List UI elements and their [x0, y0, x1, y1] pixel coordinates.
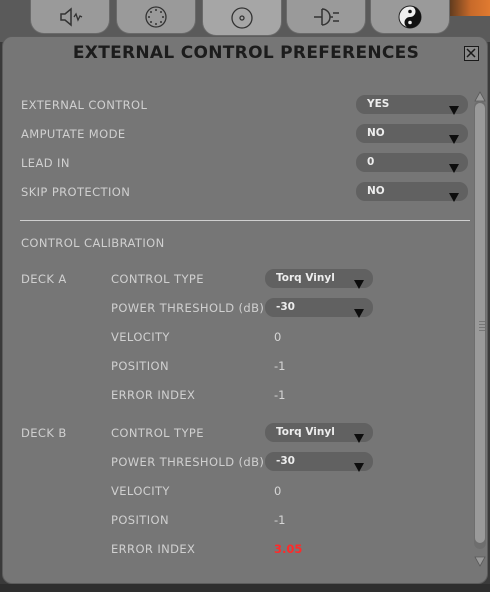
deck-b-position-value: -1 — [274, 513, 286, 527]
tab-audio[interactable] — [30, 0, 110, 34]
lead-in-dropdown[interactable]: 0 — [356, 153, 468, 173]
external-control-value: YES — [367, 98, 390, 110]
vertical-scrollbar[interactable] — [473, 87, 487, 579]
deck-a-position-value: -1 — [274, 359, 286, 373]
deck-b-error-index-label: ERROR INDEX — [111, 542, 196, 556]
deck-a-control-type-dropdown[interactable]: Torq Vinyl — [265, 269, 373, 289]
deck-a-velocity-label: VELOCITY — [111, 330, 170, 344]
deck-b-position-label: POSITION — [111, 513, 169, 527]
amputate-mode-label: AMPUTATE MODE — [21, 127, 126, 141]
tab-connection[interactable] — [286, 0, 366, 34]
lead-in-label: LEAD IN — [21, 156, 70, 170]
deck-a-power-threshold-dropdown[interactable]: -30 — [265, 298, 373, 318]
deck-a-error-index-value: -1 — [274, 388, 286, 402]
yin-yang-icon — [397, 4, 423, 30]
dropdown-arrow-icon — [354, 457, 364, 476]
skip-protection-dropdown[interactable]: NO — [356, 182, 468, 202]
calibration-heading: CONTROL CALIBRATION — [21, 236, 165, 250]
target-icon — [229, 5, 255, 31]
deck-a-velocity-value: 0 — [274, 330, 282, 344]
dropdown-arrow-icon — [354, 303, 364, 322]
section-divider — [20, 220, 470, 221]
deck-b-power-threshold-label: POWER THRESHOLD (dB) — [111, 455, 265, 469]
dropdown-arrow-icon — [449, 187, 459, 206]
deck-b-power-threshold-value: -30 — [276, 455, 295, 467]
dotted-circle-icon — [143, 4, 169, 30]
scroll-down-arrow-icon[interactable] — [473, 553, 487, 572]
close-button[interactable] — [464, 46, 479, 61]
deck-b-control-type-label: CONTROL TYPE — [111, 426, 204, 440]
tab-dotted[interactable] — [116, 0, 196, 34]
tab-external-control[interactable] — [202, 0, 282, 36]
tab-theme[interactable] — [370, 0, 450, 34]
dropdown-arrow-icon — [449, 100, 459, 119]
deck-a-label: DECK A — [21, 272, 67, 286]
deck-b-velocity-label: VELOCITY — [111, 484, 170, 498]
dropdown-arrow-icon — [354, 274, 364, 293]
skip-protection-label: SKIP PROTECTION — [21, 185, 131, 199]
deck-a-control-type-label: CONTROL TYPE — [111, 272, 204, 286]
preferences-window: EXTERNAL CONTROL PREFERENCES EXTERNAL CO… — [2, 36, 488, 584]
deck-a-power-threshold-value: -30 — [276, 301, 295, 313]
speaker-icon — [56, 6, 84, 28]
deck-a-control-type-value: Torq Vinyl — [276, 272, 335, 284]
deck-b-control-type-dropdown[interactable]: Torq Vinyl — [265, 423, 373, 443]
scroll-thumb[interactable] — [475, 103, 485, 543]
deck-a-error-index-label: ERROR INDEX — [111, 388, 196, 402]
deck-a-power-threshold-label: POWER THRESHOLD (dB) — [111, 301, 265, 315]
external-control-label: EXTERNAL CONTROL — [21, 98, 148, 112]
skip-protection-value: NO — [367, 185, 385, 197]
dropdown-arrow-icon — [449, 129, 459, 148]
dropdown-arrow-icon — [354, 428, 364, 447]
bottom-edge — [0, 584, 490, 592]
amputate-mode-dropdown[interactable]: NO — [356, 124, 468, 144]
plug-icon — [311, 4, 341, 30]
deck-a-position-label: POSITION — [111, 359, 169, 373]
dropdown-arrow-icon — [449, 158, 459, 177]
deck-b-power-threshold-dropdown[interactable]: -30 — [265, 452, 373, 472]
external-control-dropdown[interactable]: YES — [356, 95, 468, 115]
window-title: EXTERNAL CONTROL PREFERENCES — [72, 43, 420, 63]
amputate-mode-value: NO — [367, 127, 385, 139]
lead-in-value: 0 — [367, 156, 375, 168]
deck-b-error-index-value: 3.05 — [274, 542, 303, 556]
deck-b-control-type-value: Torq Vinyl — [276, 426, 335, 438]
deck-b-label: DECK B — [21, 426, 67, 440]
scroll-grip — [479, 321, 485, 331]
deck-b-velocity-value: 0 — [274, 484, 282, 498]
